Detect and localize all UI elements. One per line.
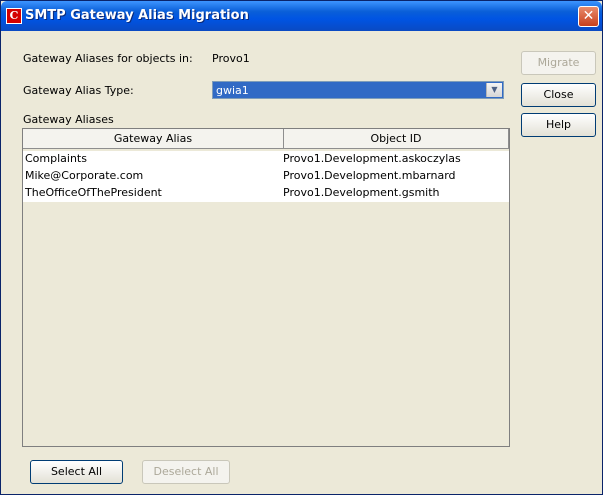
objects-label: Gateway Aliases for objects in: bbox=[23, 52, 193, 65]
table-row[interactable]: Mike@Corporate.com Provo1.Development.mb… bbox=[23, 168, 509, 185]
table-body: Complaints Provo1.Development.askoczylas… bbox=[23, 151, 509, 202]
dialog-window: C SMTP Gateway Alias Migration ✕ Gateway… bbox=[0, 0, 603, 495]
type-label: Gateway Alias Type: bbox=[23, 84, 134, 97]
object-id-cell: Provo1.Development.gsmith bbox=[283, 186, 440, 199]
gateway-alias-cell: Complaints bbox=[25, 152, 87, 165]
close-button[interactable]: Close bbox=[521, 83, 596, 107]
gateway-alias-type-select[interactable]: gwia1 ▼ bbox=[212, 81, 504, 99]
chevron-down-icon[interactable]: ▼ bbox=[486, 83, 502, 97]
select-all-button[interactable]: Select All bbox=[30, 460, 123, 484]
gateway-alias-cell: Mike@Corporate.com bbox=[25, 169, 144, 182]
gateway-aliases-table[interactable]: Gateway Alias Object ID Complaints Provo… bbox=[22, 128, 510, 447]
table-row[interactable]: TheOfficeOfThePresident Provo1.Developme… bbox=[23, 185, 509, 202]
migrate-button[interactable]: Migrate bbox=[521, 51, 596, 75]
table-row[interactable]: Complaints Provo1.Development.askoczylas bbox=[23, 151, 509, 168]
objects-value: Provo1 bbox=[212, 52, 250, 65]
help-button[interactable]: Help bbox=[521, 113, 596, 137]
select-value: gwia1 bbox=[216, 84, 249, 97]
app-icon: C bbox=[6, 8, 22, 24]
gateway-alias-cell: TheOfficeOfThePresident bbox=[25, 186, 162, 199]
table-header: Gateway Alias Object ID bbox=[23, 129, 509, 149]
object-id-cell: Provo1.Development.mbarnard bbox=[283, 169, 456, 182]
title-bar[interactable]: C SMTP Gateway Alias Migration ✕ bbox=[1, 1, 602, 31]
deselect-all-button[interactable]: Deselect All bbox=[142, 460, 230, 484]
close-window-icon[interactable]: ✕ bbox=[578, 6, 599, 27]
column-header-gateway-alias[interactable]: Gateway Alias bbox=[23, 129, 284, 149]
object-id-cell: Provo1.Development.askoczylas bbox=[283, 152, 461, 165]
gateway-aliases-label: Gateway Aliases bbox=[23, 113, 114, 126]
window-title: SMTP Gateway Alias Migration bbox=[25, 8, 249, 23]
column-header-object-id[interactable]: Object ID bbox=[284, 129, 509, 149]
